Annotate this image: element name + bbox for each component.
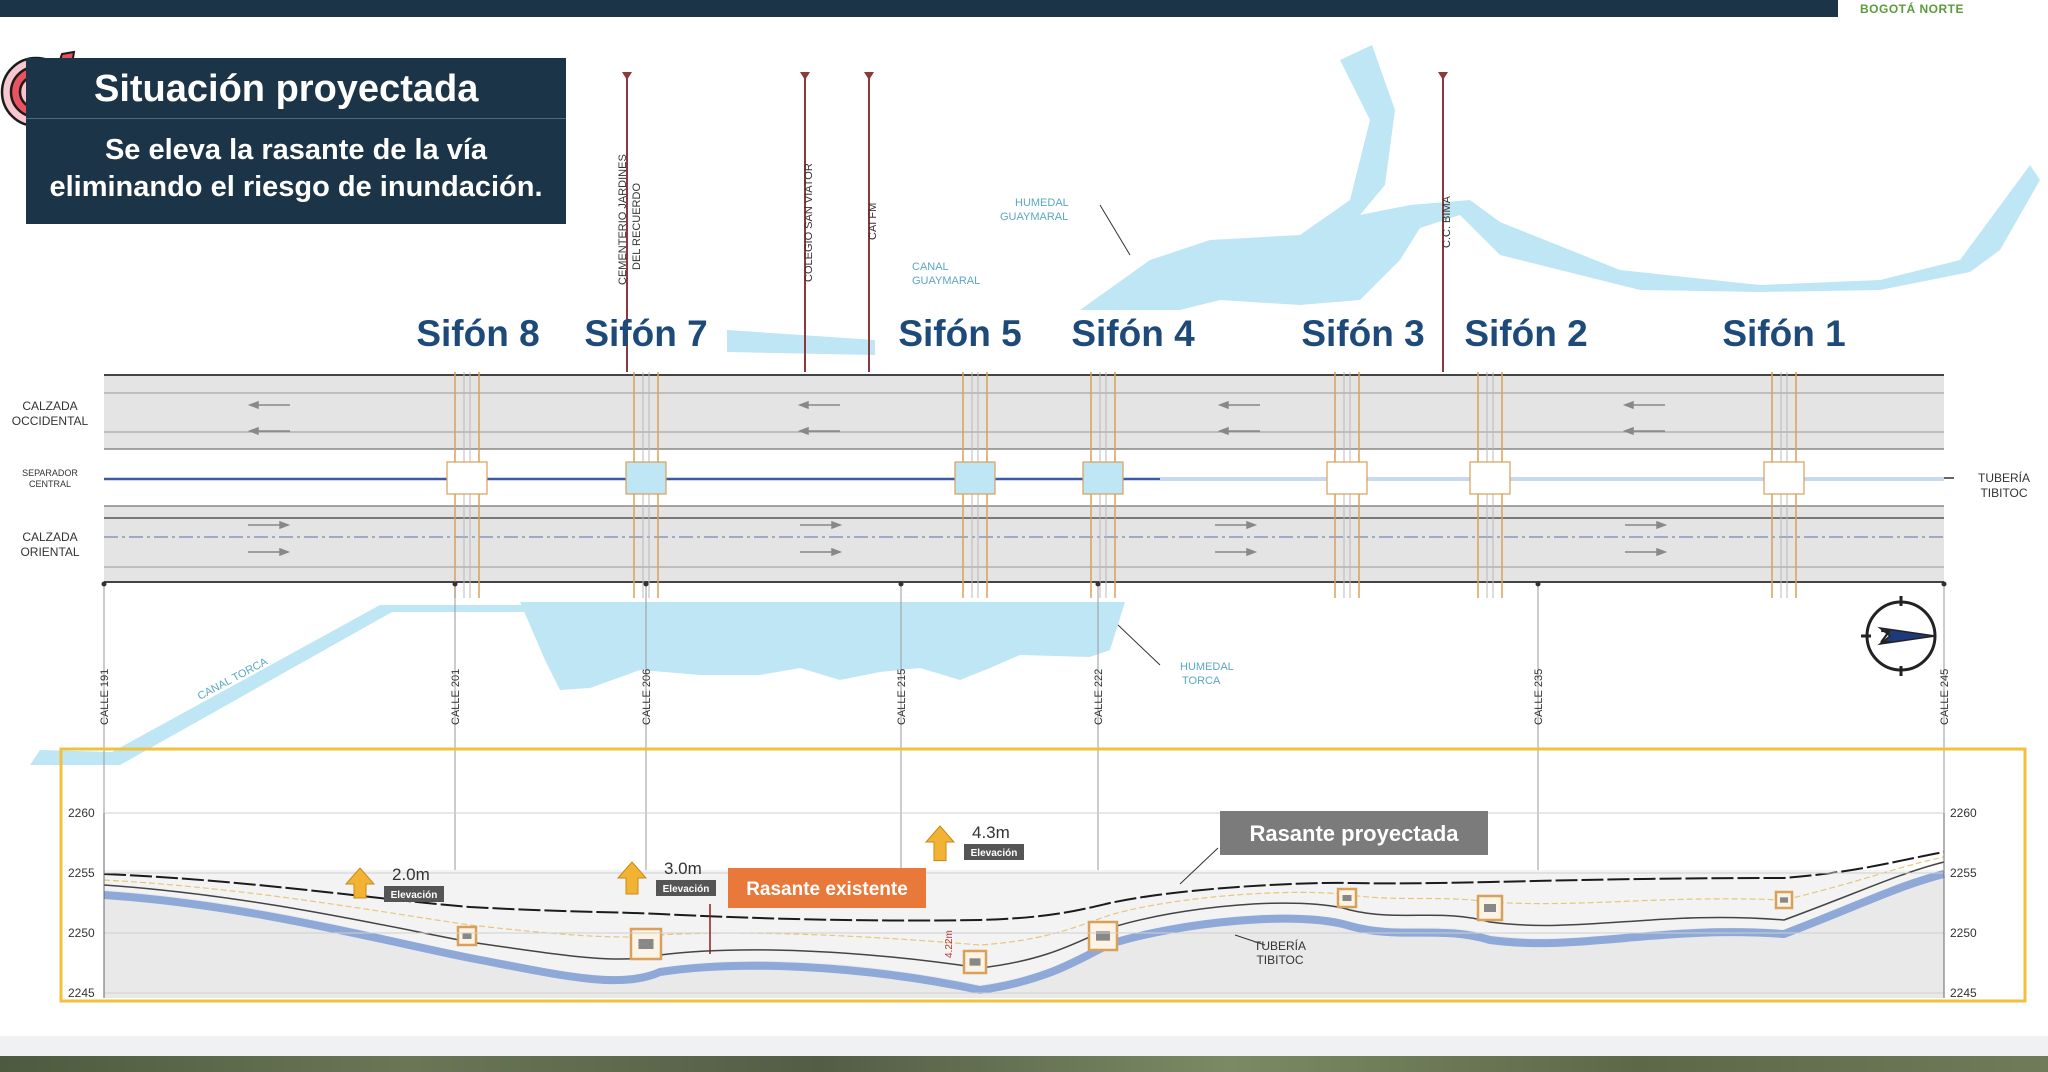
humedal-guaymaral-area <box>1080 45 2040 310</box>
siphon-label-4: Sifón 4 <box>1071 313 1195 354</box>
street-label-7: CALLE 245 <box>1939 669 1951 725</box>
projected-grade-label: Rasante proyectada <box>1249 821 1459 846</box>
label-east-1: CALZADA <box>22 530 77 544</box>
label-cemetery-2: DEL RECUERDO <box>631 183 643 270</box>
axis-left-2255: 2255 <box>68 866 95 880</box>
axis-left-2245: 2245 <box>68 986 95 1000</box>
calzada-occidental <box>104 375 1944 449</box>
elevation-callout-1: 2.0m Elevación <box>344 865 444 902</box>
siphon-label-2: Sifón 7 <box>584 313 707 354</box>
label-median-2: CENTRAL <box>29 479 71 489</box>
siphon-label-3: Sifón 5 <box>898 313 1021 354</box>
label-canal-guaymaral-1: CANAL <box>912 261 949 273</box>
profile-pipe-label-1: TUBERÍA <box>1254 938 1306 953</box>
street-label-3: CALLE 206 <box>641 669 653 725</box>
label-humedal-guaymaral-2: GUAYMARAL <box>1000 211 1068 223</box>
profile-pipe-label-2: TIBITOC <box>1256 953 1303 967</box>
humedal-torca-area <box>520 602 1125 690</box>
aerial-photo-strip <box>0 1056 2048 1072</box>
siphon-label-1: Sifón 8 <box>416 313 539 354</box>
label-cemetery-1: CEMENTERIO JARDINES <box>617 154 629 285</box>
street-label-5: CALLE 222 <box>1093 669 1105 725</box>
label-humedal-guaymaral-1: HUMEDAL <box>1015 197 1069 209</box>
elevation-value-1: 2.0m <box>392 865 430 884</box>
label-humedal-torca-2: TORCA <box>1182 675 1221 687</box>
road-plan-and-profile-diagram: CEMENTERIO JARDINES DEL RECUERDO COLEGIO… <box>12 45 2040 1003</box>
north-compass: Z <box>1861 596 1937 676</box>
elevation-tag-1: Elevación <box>391 890 438 901</box>
street-label-1: CALLE 191 <box>99 669 111 725</box>
label-pipe-1: TUBERÍA <box>1978 470 2030 485</box>
label-west-1: CALZADA <box>22 399 77 413</box>
label-humedal-torca-1: HUMEDAL <box>1180 661 1234 673</box>
elevation-callout-3: 4.3m Elevación <box>924 823 1024 862</box>
existing-grade-label: Rasante existente <box>746 879 908 900</box>
label-cai: CAI FM <box>867 203 879 240</box>
photo-divider <box>0 1036 2048 1056</box>
elevation-value-2: 3.0m <box>664 859 702 878</box>
street-label-4: CALLE 215 <box>896 669 908 725</box>
svg-text:Z: Z <box>1880 627 1891 647</box>
axis-right-2255: 2255 <box>1950 866 1977 880</box>
siphon-labels: Sifón 8 Sifón 7 Sifón 5 Sifón 4 Sifón 3 Sifón… <box>416 313 1845 354</box>
label-median-1: SEPARADOR <box>22 468 78 478</box>
label-school: COLEGIO SAN VIATOR <box>803 163 815 282</box>
axis-right-2260: 2260 <box>1950 806 1977 820</box>
label-east-2: ORIENTAL <box>20 545 79 559</box>
siphon-label-5: Sifón 3 <box>1301 313 1424 354</box>
axis-left-2260: 2260 <box>68 806 95 820</box>
elevation-callout-2: 3.0m Elevación <box>616 859 716 896</box>
up-arrow-icon <box>924 825 956 862</box>
label-pipe-2: TIBITOC <box>1980 486 2027 500</box>
label-cc-bima: C.C. BIMA <box>1441 195 1453 248</box>
street-label-6: CALLE 235 <box>1533 669 1545 725</box>
axis-left-2250: 2250 <box>68 926 95 940</box>
road-plan <box>104 374 1954 583</box>
axis-right-2250: 2250 <box>1950 926 1977 940</box>
street-label-2: CALLE 201 <box>450 669 462 725</box>
canal-guaymaral-strip <box>727 330 875 355</box>
axis-right-2245: 2245 <box>1950 986 1977 1000</box>
elevation-value-3: 4.3m <box>972 823 1010 842</box>
siphon-label-7: Sifón 1 <box>1722 313 1845 354</box>
siphon-label-6: Sifón 2 <box>1464 313 1587 354</box>
elevation-tag-2: Elevación <box>663 884 710 895</box>
elevation-tag-3: Elevación <box>971 848 1018 859</box>
label-canal-guaymaral-2: GUAYMARAL <box>912 275 980 287</box>
depth-mark-label: 4.22m <box>944 930 955 958</box>
label-west-2: OCCIDENTAL <box>12 414 89 428</box>
